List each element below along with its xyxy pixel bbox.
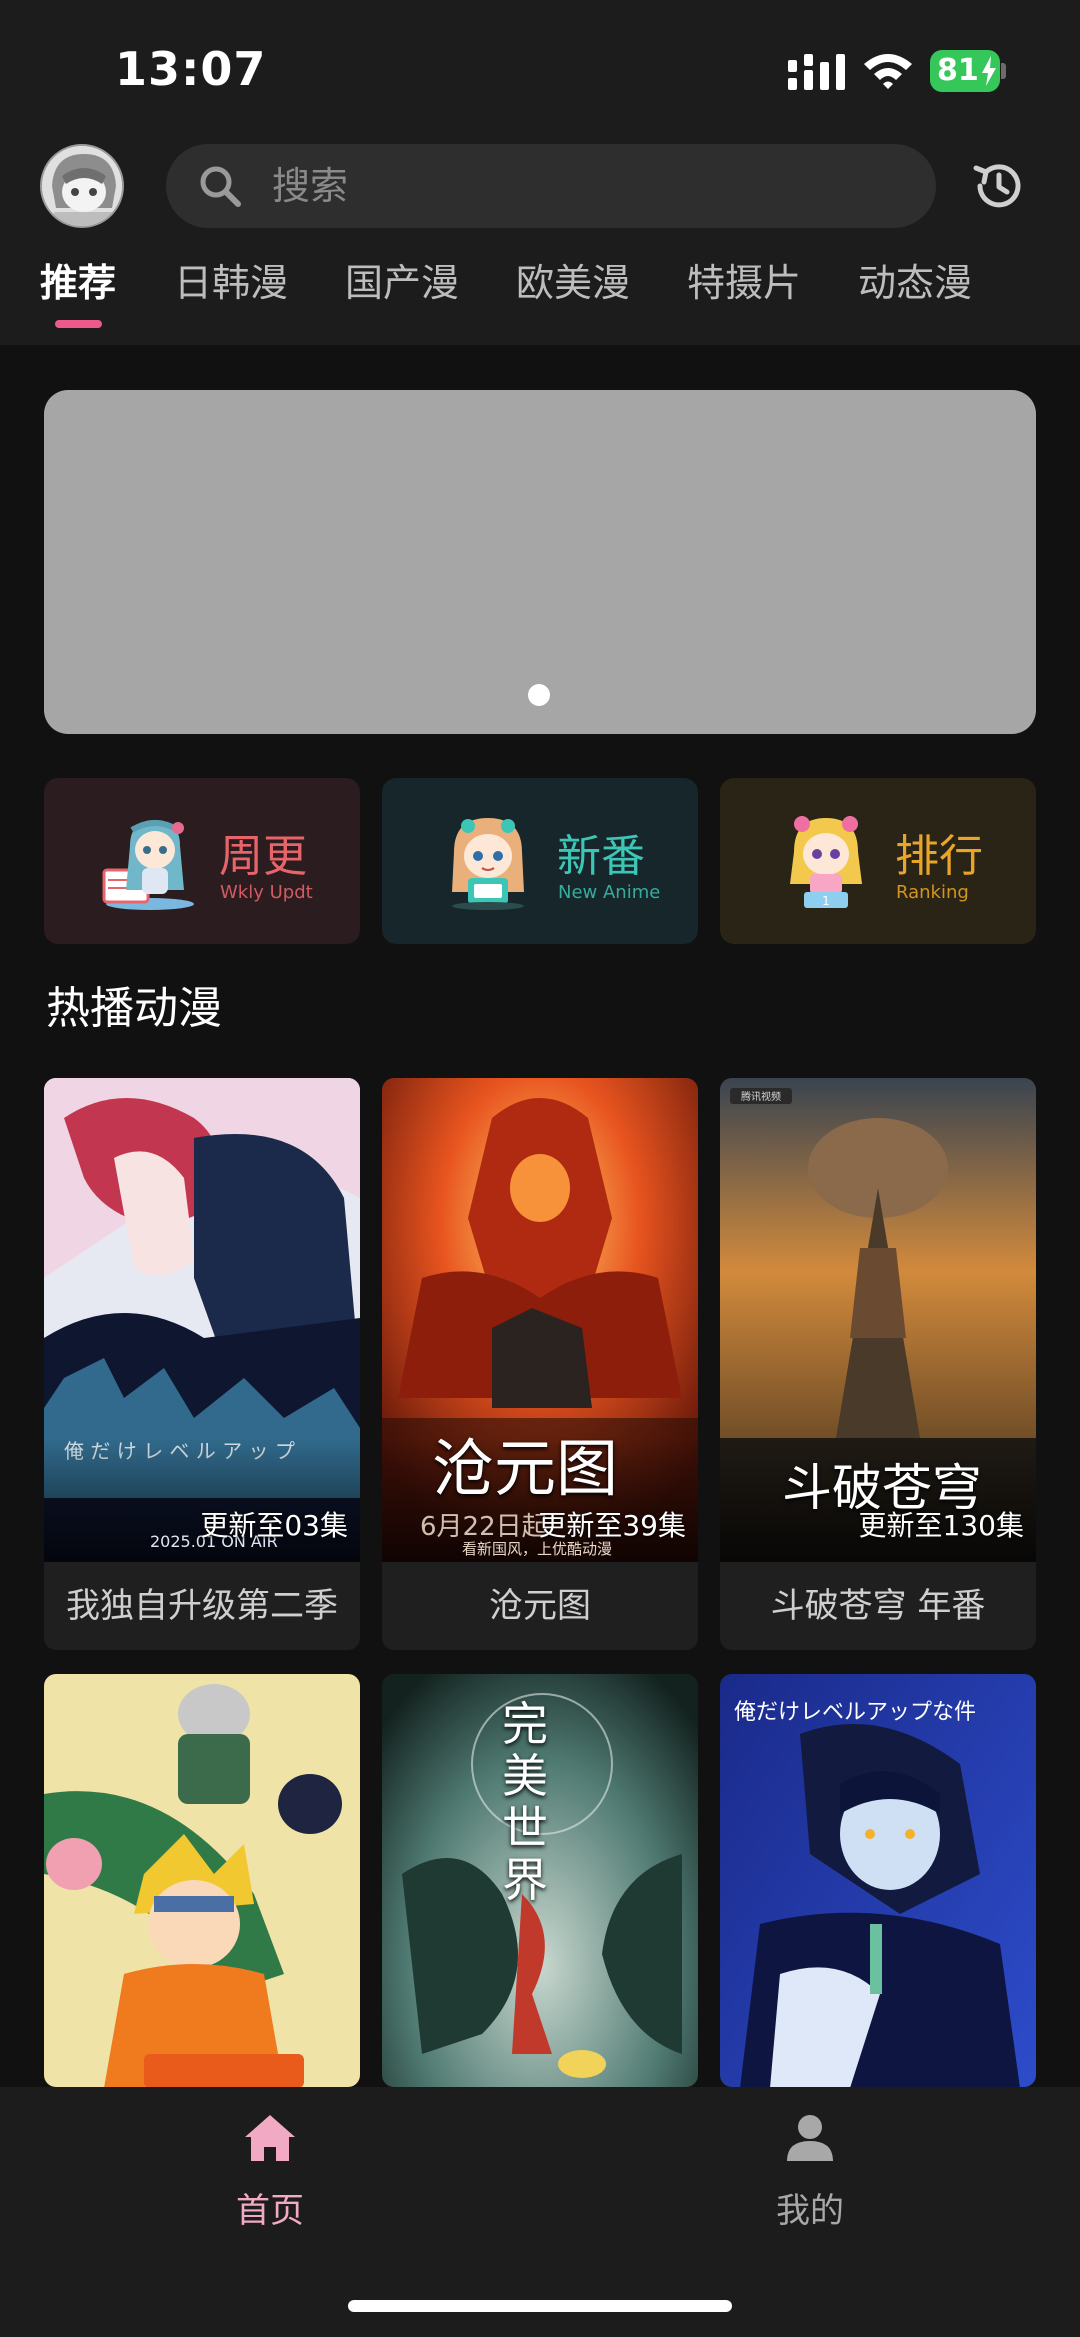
- home-indicator: [348, 2300, 732, 2312]
- anime-card[interactable]: [44, 1674, 360, 2087]
- anime-poster: 俺 だ け レ ベ ル ア ッ プ 2025.01 ON AIR 更新至03集: [44, 1078, 360, 1562]
- search-icon: [200, 166, 241, 207]
- ranking-mascot-icon: 1: [790, 816, 862, 908]
- weekly-mascot-icon: [102, 820, 194, 910]
- tab-western[interactable]: 欧美漫: [516, 252, 630, 307]
- anime-poster: 腾讯视频 斗破苍穹 更新至130集: [720, 1078, 1036, 1562]
- quick-entry-subtitle: New Anime: [558, 882, 661, 903]
- battery-level: 81: [937, 53, 979, 88]
- tab-recommend[interactable]: 推荐: [40, 252, 116, 307]
- category-tabs: 推荐 日韩漫 国产漫 欧美漫 特摄片 动态漫: [0, 252, 1080, 342]
- nav-profile-label: 我的: [776, 2191, 844, 2231]
- anime-title: 沧元图: [489, 1586, 591, 1626]
- nav-home[interactable]: 首页: [170, 2111, 370, 2241]
- anime-card[interactable]: 俺 だ け レ ベ ル ア ッ プ 2025.01 ON AIR 更新至03集 …: [44, 1078, 360, 1650]
- charging-bolt-icon: [982, 56, 996, 86]
- status-time: 13:07: [115, 42, 267, 96]
- quick-entry-new-anime[interactable]: 新番 New Anime: [382, 778, 698, 944]
- tab-tokusatsu[interactable]: 特摄片: [687, 252, 801, 307]
- tab-motion-comic[interactable]: 动态漫: [858, 252, 972, 307]
- quick-entry-ranking[interactable]: 1 排行 Ranking: [720, 778, 1036, 944]
- search-bar[interactable]: [166, 144, 936, 228]
- episode-badge: 更新至39集: [538, 1509, 686, 1542]
- banner-carousel[interactable]: [44, 390, 1036, 734]
- avatar-image: [42, 146, 122, 226]
- tab-japan-korea[interactable]: 日韩漫: [174, 252, 288, 307]
- poster-title-text: 完美世界: [502, 1697, 548, 1907]
- anime-poster: 俺だけレベルアップな件: [720, 1674, 1036, 2087]
- user-icon: [787, 2115, 833, 2161]
- quick-entry-title: 周更: [219, 831, 307, 882]
- anime-card[interactable]: 俺だけレベルアップな件: [720, 1674, 1036, 2087]
- svg-text:1: 1: [822, 894, 830, 908]
- poster-title-text: 俺だけレベルアップな件: [734, 1700, 977, 1725]
- new-anime-mascot-icon: [452, 818, 524, 910]
- svg-text:腾讯视频: 腾讯视频: [741, 1090, 781, 1103]
- anime-card[interactable]: 完美世界: [382, 1674, 698, 2087]
- anime-card[interactable]: 腾讯视频 斗破苍穹 更新至130集 斗破苍穹 年番: [720, 1078, 1036, 1650]
- nav-home-label: 首页: [236, 2191, 304, 2231]
- avatar[interactable]: [40, 144, 124, 228]
- app-screen: 13:07 81 搜索 推荐 日韩漫 国产漫 欧美漫 特摄片 动态漫 周更 Wk…: [0, 0, 1080, 2337]
- episode-badge: 更新至03集: [200, 1509, 348, 1542]
- episode-badge: 更新至130集: [858, 1509, 1024, 1542]
- anime-poster: [44, 1674, 360, 2087]
- top-header: 推荐 日韩漫 国产漫 欧美漫 特摄片 动态漫: [0, 140, 1080, 345]
- wifi-icon: [864, 54, 912, 89]
- search-input[interactable]: [272, 158, 872, 214]
- poster-title-text: 沧元图: [432, 1432, 619, 1505]
- battery-indicator: 81: [930, 50, 1006, 92]
- status-bar: 13:07 81: [0, 0, 1080, 140]
- quick-entry-subtitle: Ranking: [896, 882, 969, 903]
- anime-title: 斗破苍穹 年番: [770, 1586, 986, 1626]
- quick-entry-subtitle: Wkly Updt: [220, 882, 313, 903]
- active-tab-indicator: [55, 320, 102, 328]
- carousel-dot-active: [528, 684, 550, 706]
- nav-profile[interactable]: 我的: [710, 2111, 910, 2241]
- anime-card[interactable]: 沧元图 6月22日起 看新国风，上优酷动漫 更新至39集 沧元图: [382, 1078, 698, 1650]
- poster-art-naruto: [44, 1674, 360, 2087]
- cellular-signal-icon: [788, 54, 845, 90]
- home-icon: [245, 2115, 295, 2161]
- quick-entry-title: 新番: [557, 831, 645, 882]
- quick-entry-title: 排行: [895, 831, 983, 882]
- anime-poster: 沧元图 6月22日起 看新国风，上优酷动漫 更新至39集: [382, 1078, 698, 1562]
- tab-domestic[interactable]: 国产漫: [345, 252, 459, 307]
- history-icon[interactable]: [970, 158, 1026, 214]
- quick-entry-weekly[interactable]: 周更 Wkly Updt: [44, 778, 360, 944]
- section-title-hot-anime: 热播动漫: [46, 983, 222, 1034]
- anime-poster: 完美世界: [382, 1674, 698, 2087]
- battery-cap: [1001, 63, 1006, 79]
- poster-art-solo-leveling-2: [720, 1674, 1036, 2087]
- anime-title: 我独自升级第二季: [66, 1586, 338, 1626]
